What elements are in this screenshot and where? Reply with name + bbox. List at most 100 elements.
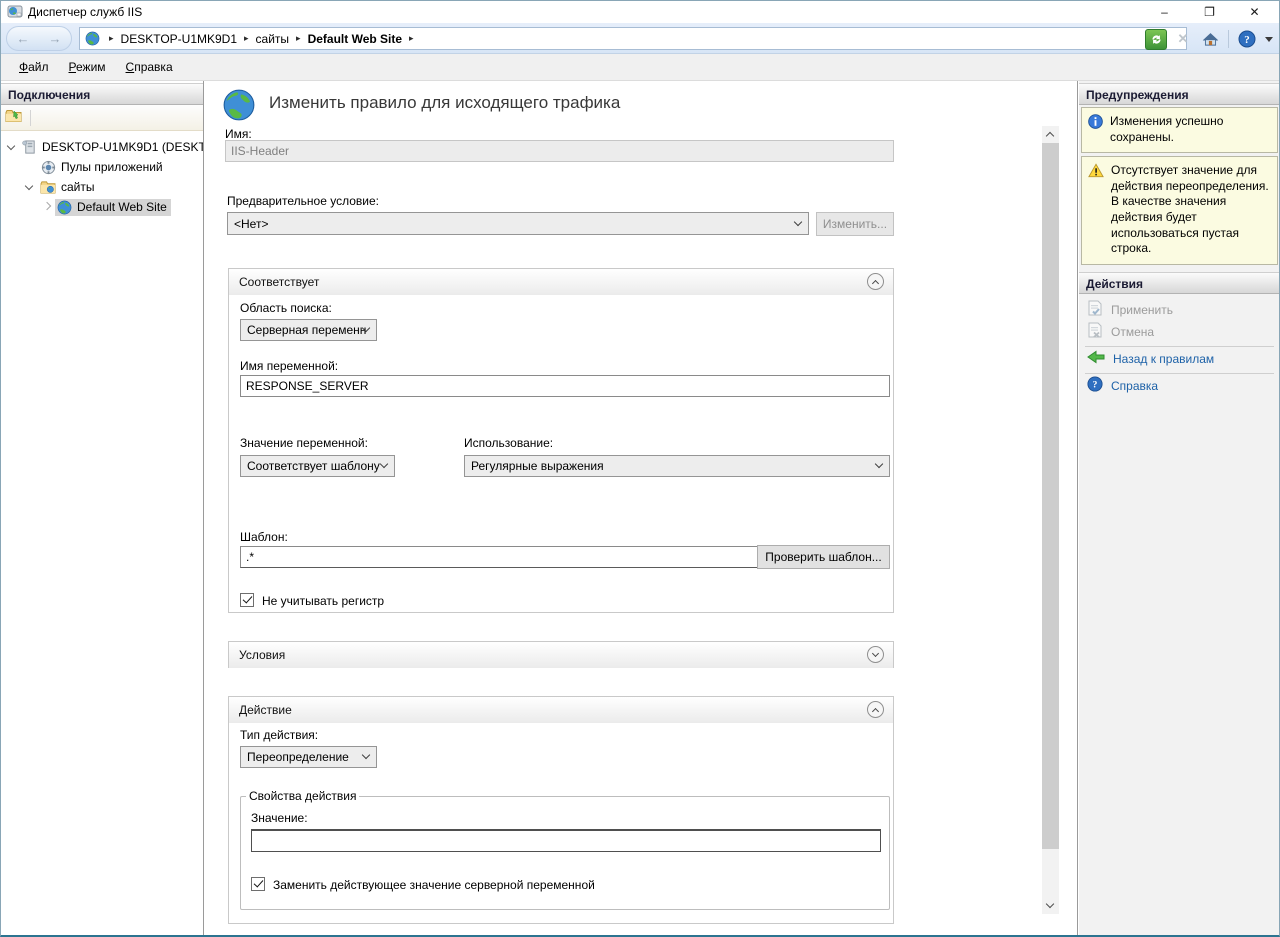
connections-tree: DESKTOP-U1MK9D1 (DESKTOI Пулы приложений…: [1, 131, 203, 217]
vertical-scrollbar[interactable]: [1042, 126, 1059, 914]
address-bar: ← → ▸ DESKTOP-U1MK9D1 ▸ сайты ▸ Default …: [1, 23, 1279, 54]
apply-icon: [1087, 300, 1103, 319]
right-panel: Предупреждения Изменения успешно сохране…: [1079, 81, 1280, 935]
menu-help[interactable]: Справка: [116, 56, 183, 78]
variable-name-label: Имя переменной:: [240, 359, 338, 373]
action-section-header[interactable]: Действие: [229, 697, 893, 723]
edit-precondition-button: Изменить...: [816, 212, 894, 236]
chevron-collapsed-icon[interactable]: [43, 203, 52, 212]
chevron-expanded-icon[interactable]: [7, 143, 16, 152]
action-type-label: Тип действия:: [240, 728, 318, 742]
connect-icon[interactable]: [5, 108, 22, 127]
stop-icon: ✕: [1172, 29, 1194, 50]
chevron-expanded-icon[interactable]: [25, 183, 34, 192]
breadcrumb-separator-icon: ▸: [244, 33, 249, 44]
alert-text: Изменения успешно сохранены.: [1110, 114, 1273, 145]
title-bar: Диспетчер служб IIS – ❐ ✕: [1, 1, 1279, 23]
name-label: Имя:: [225, 127, 252, 141]
match-section: Соответствует Область поиска: Серверная …: [228, 268, 894, 613]
scope-select[interactable]: Серверная переменн: [240, 319, 377, 341]
scope-label: Область поиска:: [240, 301, 332, 315]
globe-icon: [57, 200, 72, 215]
using-label: Использование:: [464, 436, 553, 450]
tree-item-sites[interactable]: сайты: [1, 177, 203, 197]
connections-header: Подключения: [1, 83, 203, 105]
feature-globe-icon: [222, 88, 256, 125]
sites-folder-icon: [40, 180, 56, 194]
help-icon[interactable]: ?: [1236, 29, 1258, 50]
tree-item-server[interactable]: DESKTOP-U1MK9D1 (DESKTOI: [1, 137, 203, 157]
replace-value-label: Заменить действующее значение серверной …: [273, 878, 595, 892]
iis-manager-window: Диспетчер служб IIS – ❐ ✕ ← → ▸ DESKTOP-…: [0, 0, 1280, 937]
scrollbar-thumb[interactable]: [1042, 143, 1059, 849]
ignore-case-checkbox[interactable]: [240, 593, 254, 607]
chevron-down-icon[interactable]: [1265, 37, 1273, 42]
window-title: Диспетчер служб IIS: [28, 5, 142, 19]
chevron-down-icon: [380, 460, 388, 468]
conditions-section-header[interactable]: Условия: [229, 642, 893, 668]
scroll-up-icon[interactable]: [1042, 126, 1059, 143]
app-icon: [7, 4, 23, 23]
test-pattern-button[interactable]: Проверить шаблон...: [757, 545, 890, 569]
breadcrumb-item-sites[interactable]: сайты: [256, 32, 290, 46]
menu-view[interactable]: Режим: [59, 56, 116, 78]
replace-value-checkbox[interactable]: [251, 877, 265, 891]
using-select[interactable]: Регулярные выражения: [464, 455, 890, 477]
restore-button[interactable]: ❐: [1187, 1, 1232, 23]
chevron-down-icon: [875, 460, 883, 468]
back-arrow-icon: [1087, 350, 1105, 367]
value-input[interactable]: [251, 829, 881, 852]
operand-select[interactable]: Соответствует шаблону: [240, 455, 395, 477]
chevron-down-icon: [362, 751, 370, 759]
tree-item-label: Пулы приложений: [61, 160, 163, 174]
apply-button: Применить: [1079, 300, 1280, 320]
back-to-rules-link[interactable]: Назад к правилам: [1079, 349, 1280, 369]
tree-item-label: сайты: [61, 180, 95, 194]
breadcrumb-item-default-web-site[interactable]: Default Web Site: [308, 32, 402, 46]
collapse-icon[interactable]: [867, 273, 884, 290]
breadcrumb-item-server[interactable]: DESKTOP-U1MK9D1: [121, 32, 237, 46]
breadcrumb-separator-icon: ▸: [409, 33, 414, 44]
expand-icon[interactable]: [867, 646, 884, 663]
precondition-label: Предварительное условие:: [227, 194, 379, 208]
variable-name-input[interactable]: [240, 375, 890, 397]
action-section: Действие Тип действия: Переопределение С…: [228, 696, 894, 924]
pattern-input[interactable]: [240, 546, 758, 568]
minimize-button[interactable]: –: [1142, 1, 1187, 23]
help-icon: ?: [1087, 376, 1103, 395]
match-section-header[interactable]: Соответствует: [229, 269, 893, 295]
globe-icon: [85, 31, 100, 46]
cancel-icon: [1087, 322, 1103, 341]
back-icon[interactable]: ←: [17, 31, 30, 46]
alert-info: Изменения успешно сохранены.: [1081, 107, 1278, 153]
close-button[interactable]: ✕: [1232, 1, 1277, 23]
tree-item-app-pools[interactable]: Пулы приложений: [1, 157, 203, 177]
home-icon[interactable]: [1199, 29, 1221, 50]
alert-text: Отсутствует значение для действия переоп…: [1111, 163, 1273, 257]
scroll-down-icon[interactable]: [1042, 897, 1059, 914]
divider: [1085, 346, 1274, 347]
cancel-button: Отмена: [1079, 322, 1280, 342]
collapse-icon[interactable]: [867, 701, 884, 718]
menu-file[interactable]: Файл: [9, 56, 59, 78]
actions-header: Действия: [1079, 272, 1280, 294]
ignore-case-label: Не учитывать регистр: [262, 594, 384, 608]
refresh-icon[interactable]: [1145, 29, 1167, 50]
operand-label: Значение переменной:: [240, 436, 368, 450]
selected-tree-item[interactable]: Default Web Site: [55, 199, 171, 216]
info-icon: [1088, 114, 1103, 145]
menu-bar: Файл Режим Справка: [1, 54, 1279, 81]
action-properties-title: Свойства действия: [246, 789, 359, 803]
application-pools-icon: [41, 160, 56, 175]
svg-text:?: ?: [1244, 34, 1250, 46]
nav-back-forward: ← →: [6, 26, 72, 51]
precondition-select[interactable]: <Нет>: [227, 212, 809, 235]
action-type-select[interactable]: Переопределение: [240, 746, 377, 768]
breadcrumb-separator-icon: ▸: [109, 33, 114, 44]
toolbar-divider: [1228, 30, 1229, 48]
connections-toolbar: [1, 105, 203, 131]
tree-item-default-web-site[interactable]: Default Web Site: [1, 197, 203, 217]
help-link[interactable]: ? Справка: [1079, 376, 1280, 396]
breadcrumb[interactable]: ▸ DESKTOP-U1MK9D1 ▸ сайты ▸ Default Web …: [79, 27, 1187, 50]
forward-icon[interactable]: →: [49, 31, 62, 46]
